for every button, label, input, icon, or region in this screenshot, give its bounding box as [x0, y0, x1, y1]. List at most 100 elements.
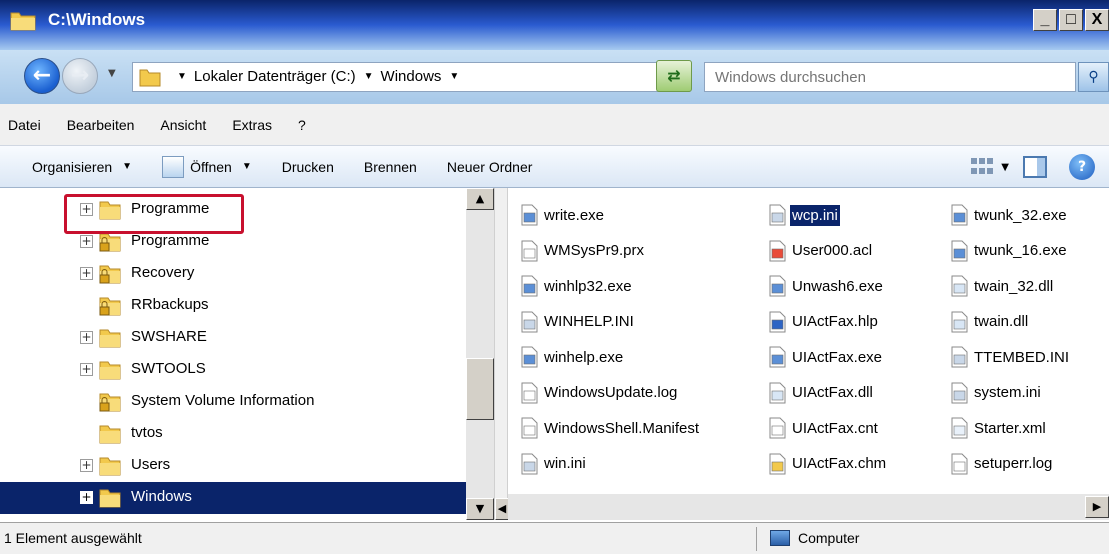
- search-button[interactable]: ⚲: [1078, 62, 1109, 92]
- tree-item-label: RRbackups: [131, 296, 209, 313]
- command-bar: Organisieren ▼ Öffnen ▼ Drucken Brennen Ne…: [0, 146, 1109, 188]
- tree-item-label: tvtos: [131, 424, 163, 441]
- file-horizontal-scrollbar[interactable]: ▶: [508, 494, 1109, 520]
- scroll-down-button[interactable]: ▼: [466, 498, 494, 520]
- file-name: setuperr.log: [974, 455, 1053, 472]
- scroll-up-button[interactable]: ▲: [466, 188, 494, 210]
- file-item[interactable]: WindowsShell.Manifest: [518, 413, 701, 443]
- file-item[interactable]: win.ini: [518, 449, 588, 479]
- scroll-left-button[interactable]: ◀: [495, 498, 509, 520]
- file-item[interactable]: setuperr.log: [948, 449, 1054, 479]
- breadcrumb-separator[interactable]: ▼: [449, 71, 459, 82]
- expand-toggle-icon[interactable]: +: [80, 267, 93, 280]
- file-name: WindowsShell.Manifest: [544, 419, 700, 437]
- open-button[interactable]: Öffnen ▼: [162, 155, 252, 178]
- file-item[interactable]: Starter.xml: [948, 413, 1048, 443]
- history-dropdown[interactable]: ▼: [108, 68, 116, 79]
- new-folder-button[interactable]: Neuer Ordner: [447, 159, 533, 175]
- expand-toggle-icon[interactable]: +: [80, 491, 93, 504]
- file-item[interactable]: WindowsUpdate.log: [518, 378, 679, 408]
- menu-bearbeiten[interactable]: Bearbeiten: [67, 117, 135, 133]
- close-button[interactable]: X: [1085, 9, 1109, 31]
- file-item[interactable]: winhelp.exe: [518, 342, 625, 372]
- refresh-button[interactable]: ⇄: [656, 60, 692, 92]
- scroll-thumb[interactable]: [466, 358, 494, 420]
- pane-splitter[interactable]: ◀: [494, 188, 509, 520]
- file-item[interactable]: User000.acl: [766, 236, 874, 266]
- menu-ansicht[interactable]: Ansicht: [160, 117, 206, 133]
- tree-item-label: Recovery: [131, 264, 195, 281]
- organize-button[interactable]: Organisieren ▼: [32, 159, 132, 175]
- file-name: WindowsUpdate.log: [544, 384, 678, 401]
- file-item[interactable]: TTEMBED.INI: [948, 342, 1071, 372]
- view-options-icon[interactable]: [969, 156, 994, 178]
- file-item[interactable]: UIActFax.cnt: [766, 413, 880, 443]
- file-item[interactable]: write.exe: [518, 200, 606, 230]
- folder-icon: [98, 455, 122, 477]
- breadcrumb-separator[interactable]: ▼: [177, 71, 187, 82]
- exe-file-icon: [518, 346, 540, 368]
- file-item[interactable]: twain.dll: [948, 307, 1030, 337]
- file-item[interactable]: twunk_32.exe: [948, 200, 1069, 230]
- print-button[interactable]: Drucken: [282, 159, 334, 175]
- burn-button[interactable]: Brennen: [364, 159, 417, 175]
- file-item[interactable]: UIActFax.dll: [766, 378, 875, 408]
- file-item[interactable]: twunk_16.exe: [948, 236, 1069, 266]
- arrow-right-icon: →: [70, 63, 90, 88]
- help-icon[interactable]: ?: [1069, 154, 1095, 180]
- file-item[interactable]: Unwash6.exe: [766, 271, 885, 301]
- tree-item[interactable]: + SWTOOLS: [0, 354, 466, 386]
- search-input[interactable]: [705, 63, 1075, 91]
- folder-icon: [98, 359, 122, 381]
- dll-file-icon: [948, 311, 970, 333]
- file-name: WINHELP.INI: [544, 313, 634, 330]
- tree-item[interactable]: System Volume Information: [0, 386, 466, 418]
- file-item[interactable]: system.ini: [948, 378, 1043, 408]
- file-item[interactable]: twain_32.dll: [948, 271, 1055, 301]
- chevron-down-icon[interactable]: ▼: [1001, 162, 1009, 173]
- file-item[interactable]: UIActFax.chm: [766, 449, 888, 479]
- menu-help[interactable]: ?: [298, 117, 306, 133]
- maximize-button[interactable]: □: [1059, 9, 1083, 31]
- tree-item[interactable]: + SWSHARE: [0, 322, 466, 354]
- file-item[interactable]: wcp.ini: [766, 200, 840, 230]
- file-item[interactable]: WMSysPr9.prx: [518, 236, 646, 266]
- tree-item[interactable]: + Windows: [0, 482, 466, 514]
- tree-item-label: SWSHARE: [131, 328, 207, 345]
- exe-file-icon: [518, 275, 540, 297]
- exe-file-icon: [518, 204, 540, 226]
- file-item[interactable]: UIActFax.exe: [766, 342, 884, 372]
- breadcrumb-drive[interactable]: Lokaler Datenträger (C:): [194, 68, 356, 85]
- minimize-icon: _: [1040, 11, 1050, 28]
- file-name: UIActFax.hlp: [792, 313, 878, 330]
- tree-item[interactable]: + Users: [0, 450, 466, 482]
- print-label: Drucken: [281, 158, 334, 175]
- menu-extras[interactable]: Extras: [232, 117, 272, 133]
- expand-toggle-icon[interactable]: +: [80, 331, 93, 344]
- address-bar[interactable]: ▼ Lokaler Datenträger (C:) ▼ Windows ▼ ▼: [132, 62, 690, 92]
- breadcrumb-windows[interactable]: Windows: [381, 68, 442, 85]
- search-box[interactable]: [704, 62, 1076, 92]
- file-item[interactable]: WINHELP.INI: [518, 307, 636, 337]
- text-file-icon: [948, 453, 970, 475]
- expand-toggle-icon[interactable]: +: [80, 235, 93, 248]
- exe-file-icon: [948, 204, 970, 226]
- forward-button[interactable]: →: [62, 58, 98, 94]
- status-location-label: Computer: [798, 530, 860, 546]
- breadcrumb-separator[interactable]: ▼: [364, 71, 374, 82]
- file-name: UIActFax.chm: [792, 455, 887, 472]
- preview-pane-icon[interactable]: [1023, 156, 1047, 178]
- minimize-button[interactable]: _: [1033, 9, 1057, 31]
- file-item[interactable]: winhlp32.exe: [518, 271, 634, 301]
- scroll-right-button[interactable]: ▶: [1085, 496, 1109, 518]
- expand-toggle-icon[interactable]: +: [80, 363, 93, 376]
- tree-vertical-scrollbar[interactable]: ▲ ▼: [466, 188, 494, 520]
- status-divider: [756, 527, 757, 551]
- tree-item[interactable]: RRbackups: [0, 290, 466, 322]
- tree-item[interactable]: + Recovery: [0, 258, 466, 290]
- file-item[interactable]: UIActFax.hlp: [766, 307, 880, 337]
- menu-datei[interactable]: Datei: [8, 117, 41, 133]
- back-button[interactable]: ←: [24, 58, 60, 94]
- tree-item[interactable]: tvtos: [0, 418, 466, 450]
- expand-toggle-icon[interactable]: +: [80, 459, 93, 472]
